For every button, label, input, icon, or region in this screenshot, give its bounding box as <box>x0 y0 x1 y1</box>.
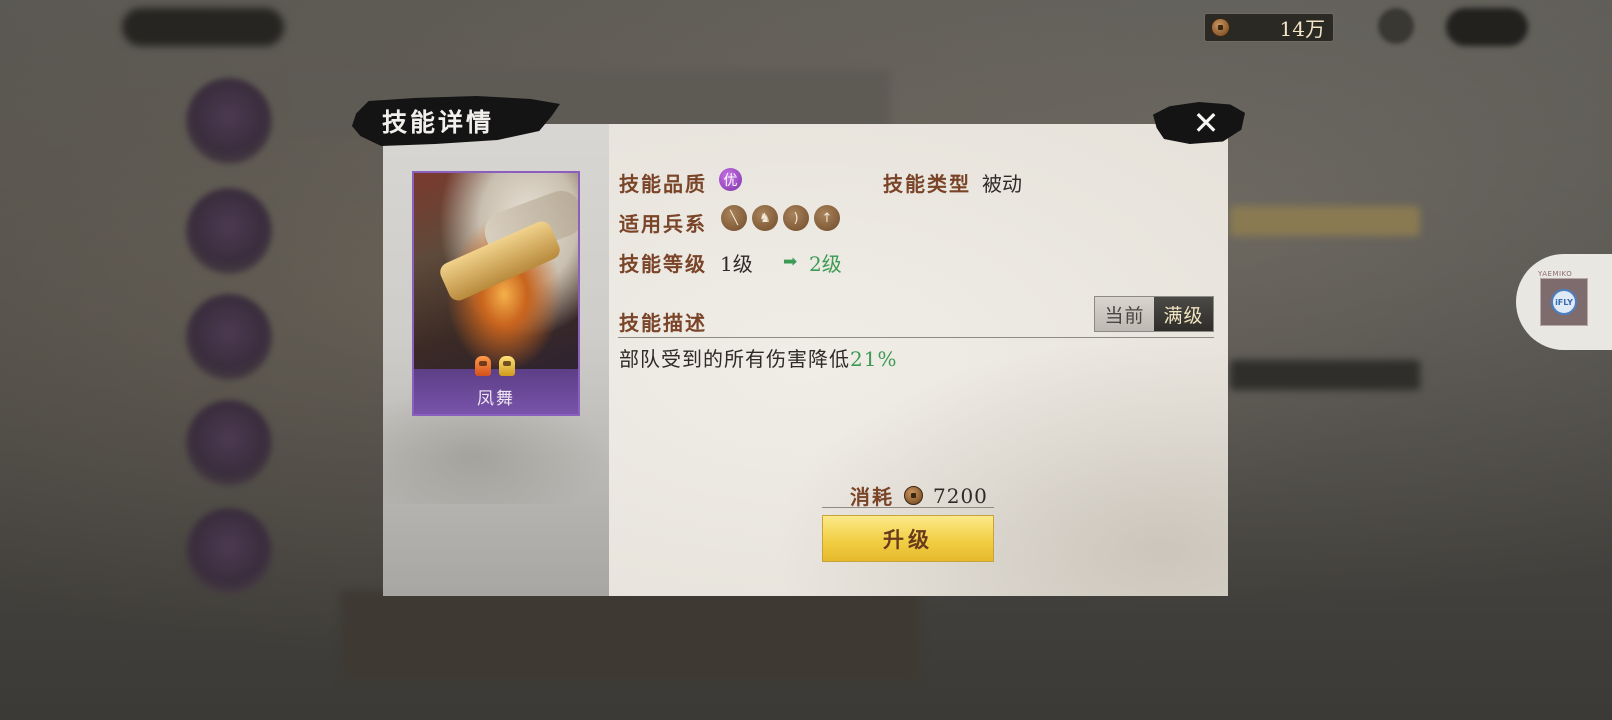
description-percent: 21% <box>850 347 898 371</box>
close-icon: ✕ <box>1192 104 1220 142</box>
troop-icons: ╲ ♞ ) ↑ <box>721 205 840 231</box>
description-text: 部队受到的所有伤害降低 <box>619 347 850 371</box>
upgrade-cost: 消耗 7200 <box>850 481 988 510</box>
level-toggle[interactable]: 当前 满级 <box>1094 296 1214 332</box>
blade-icon: ╲ <box>721 205 747 231</box>
quality-badge: 优 <box>719 168 742 191</box>
cost-divider <box>822 507 994 508</box>
arrow-right-icon: ➡ <box>783 252 798 272</box>
currency-display[interactable]: 14万 <box>1204 13 1334 42</box>
toggle-current[interactable]: 当前 <box>1095 297 1154 331</box>
top-menu-icon[interactable] <box>1378 8 1414 44</box>
skill-name: 凤舞 <box>477 389 515 409</box>
currency-value: 14万 <box>1279 17 1325 41</box>
skill-card-icons <box>475 356 515 376</box>
bow-icon: ) <box>783 205 809 231</box>
skill-card-art <box>414 173 578 369</box>
horse-icon: ♞ <box>752 205 778 231</box>
background-avatar <box>186 508 272 594</box>
toggle-max-level[interactable]: 满级 <box>1154 297 1213 331</box>
background-avatar <box>186 188 272 274</box>
cost-label: 消耗 <box>850 485 894 509</box>
skill-description: 部队受到的所有伤害降低21% <box>619 343 897 372</box>
background-avatar <box>186 294 272 380</box>
skill-card: 凤舞 <box>412 171 580 416</box>
top-menu-button[interactable] <box>1446 8 1528 46</box>
assistant-icon[interactable]: iFLY <box>1540 278 1588 326</box>
coin-icon <box>1211 18 1230 37</box>
quality-label: 技能品质 <box>619 172 707 196</box>
description-divider <box>618 337 1214 338</box>
soldier-yellow-icon <box>499 356 515 376</box>
spear-icon: ↑ <box>814 205 840 231</box>
assistant-label: YAEMIKO <box>1538 270 1573 278</box>
floating-assistant[interactable]: YAEMIKO iFLY <box>1516 254 1612 350</box>
background-avatar <box>186 400 272 486</box>
troop-label: 适用兵系 <box>619 212 707 236</box>
top-left-bar <box>122 8 284 46</box>
background-avatar <box>186 78 272 164</box>
background-panel <box>340 590 920 680</box>
type-label: 技能类型 <box>883 172 971 196</box>
coin-icon <box>904 486 923 505</box>
assistant-badge: iFLY <box>1551 289 1577 315</box>
upgrade-button[interactable]: 升级 <box>822 515 994 562</box>
background-panel <box>1230 206 1420 236</box>
level-label: 技能等级 <box>619 252 707 276</box>
soldier-orange-icon <box>475 356 491 376</box>
type-value: 被动 <box>982 172 1022 196</box>
description-label: 技能描述 <box>619 311 707 335</box>
background-panel <box>1230 360 1420 390</box>
level-current: 1级 <box>720 252 753 276</box>
level-next: 2级 <box>809 252 842 276</box>
modal-title: 技能详情 <box>382 108 495 137</box>
cost-value: 7200 <box>933 483 988 508</box>
